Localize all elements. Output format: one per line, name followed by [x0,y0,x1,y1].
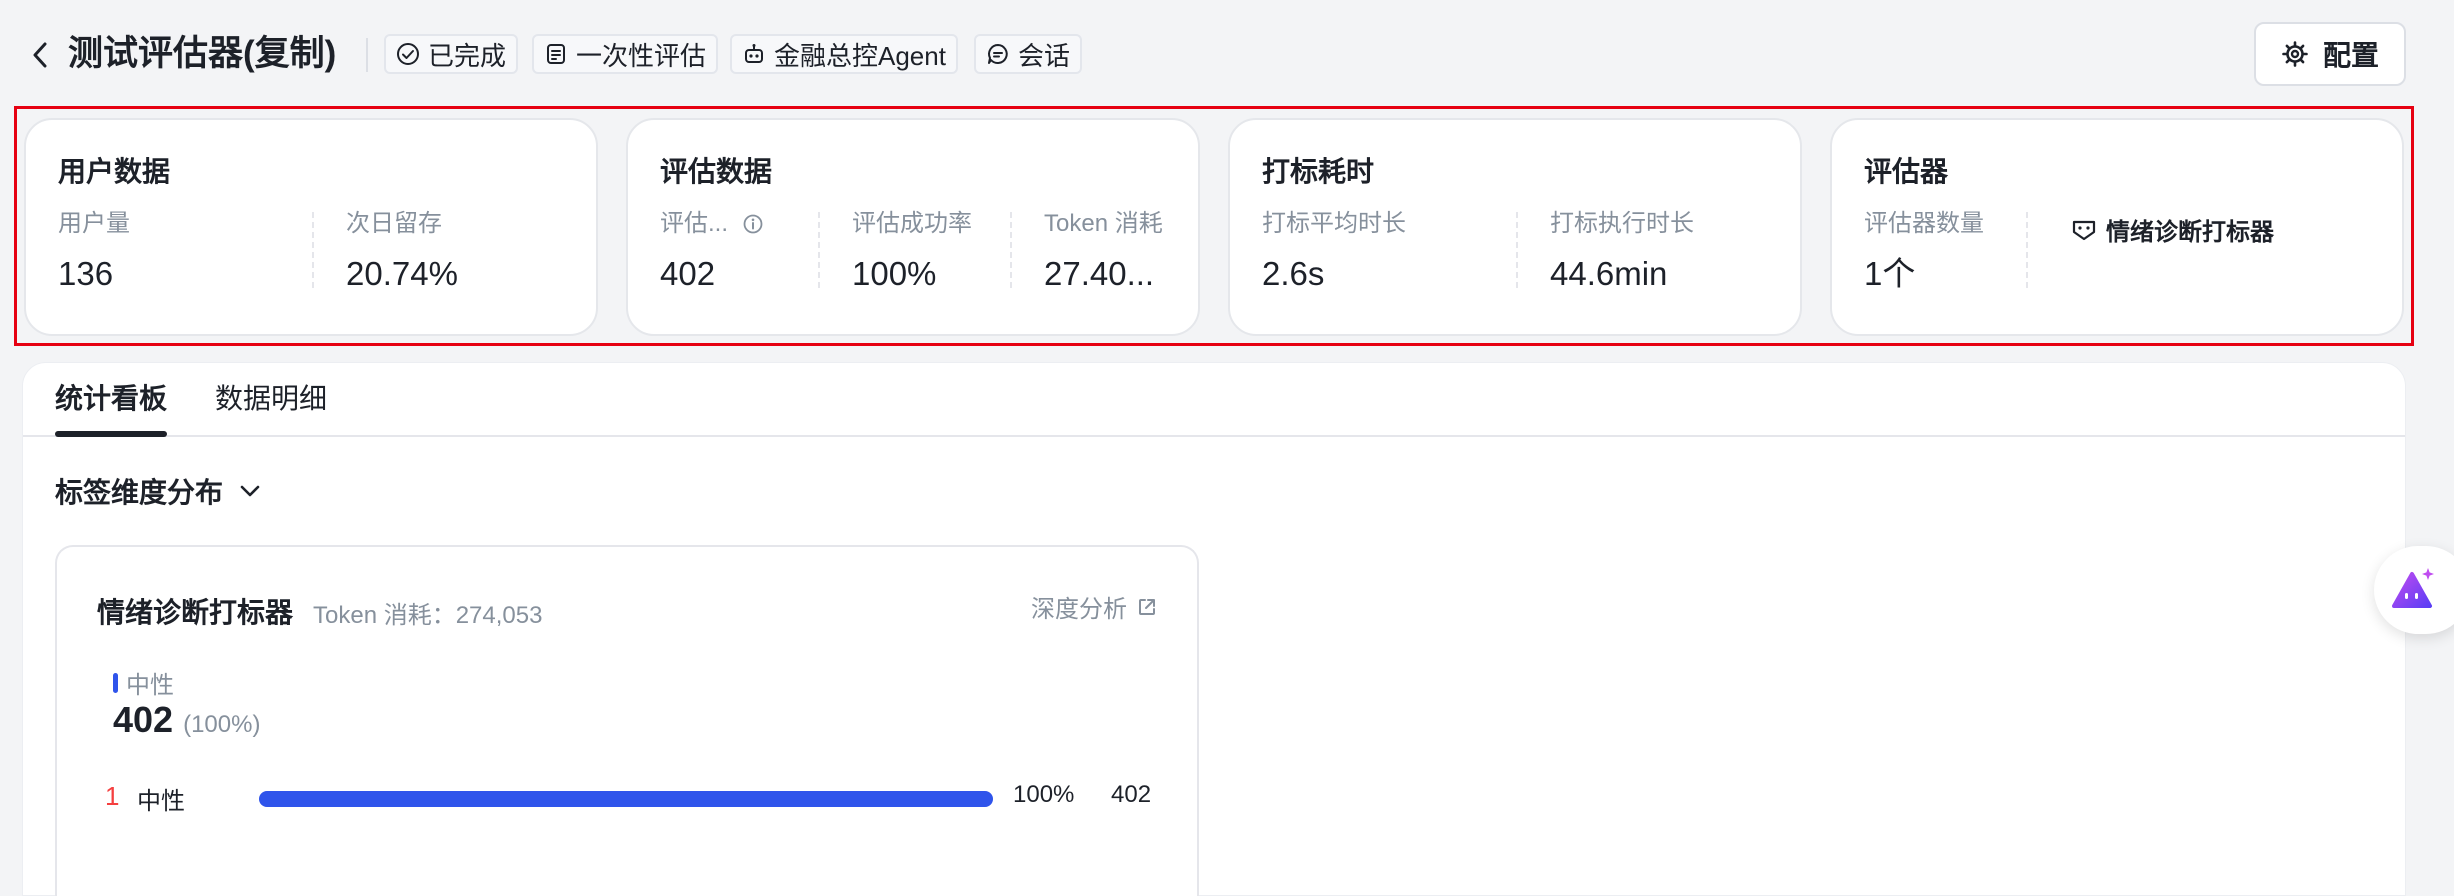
config-button-label: 配置 [2322,40,2379,71]
metric-label: 用户量 [58,210,130,237]
metric-value: 1个 [1864,255,1916,292]
metric-value: 402 [660,255,716,292]
page-header: 测试评估器(复制) 已完成 一次性评估 金融总控Agent 会话 配置 [0,0,2454,108]
bar-category-label: 中性 [137,788,185,815]
evaluator-chip[interactable]: 情绪诊断打标器 [2072,212,2274,247]
exec-label-time-metric: 打标执行时长 44.6min [1550,208,1694,296]
bar-rank: 1 [105,781,120,811]
check-circle-icon [396,42,420,66]
ai-assistant-button[interactable] [2374,546,2454,634]
evaluator-title: 评估器 [1864,156,1949,187]
metric-label: 评估器数量 [1864,210,1984,237]
user-data-card: 用户数据 用户量 136 次日留存 20.74% [24,118,598,336]
eval-count-metric: 评估... 402 [660,208,764,296]
info-icon[interactable] [742,213,764,235]
title-divider [366,38,368,72]
bar-track [259,791,993,807]
user-data-title: 用户数据 [58,156,171,187]
back-button[interactable] [26,40,54,70]
evaluator-chart-card: 情绪诊断打标器 Token 消耗：274,053 深度分析 中性 402 (10… [55,545,1199,896]
status-tag-label: 已完成 [428,40,507,71]
dimension-dropdown[interactable]: 标签维度分布 [55,471,261,511]
metric-divider [312,212,314,288]
legend-swatch [113,672,118,693]
main-panel: 统计看板 数据明细 标签维度分布 情绪诊断打标器 Token 消耗：274,05… [22,362,2406,896]
gear-icon [2281,40,2309,68]
metric-divider [818,212,820,288]
chart-total-percent: (100%) [183,711,261,738]
dimension-dropdown-label: 标签维度分布 [55,477,224,508]
metric-divider [1516,212,1518,288]
retention-metric: 次日留存 20.74% [346,208,458,296]
page-title: 测试评估器(复制) [68,34,337,73]
deep-analysis-link[interactable]: 深度分析 [1031,589,1157,624]
labeling-time-title: 打标耗时 [1262,156,1375,187]
metric-label-text: 评估... [660,210,729,237]
chart-title: 情绪诊断打标器 [97,597,294,628]
metric-value: 20.74% [346,255,458,292]
session-tag-label: 会话 [1018,40,1071,71]
tab-dashboard[interactable]: 统计看板 [55,377,167,421]
chevron-down-icon [239,484,261,498]
metric-value: 100% [852,255,937,292]
metric-label: 打标执行时长 [1550,210,1694,237]
list-doc-icon [544,42,568,66]
eval-mode-tag: 一次性评估 [532,34,719,74]
chat-bubble-icon [986,42,1010,66]
eval-success-metric: 评估成功率 100% [852,208,972,296]
ai-assistant-icon [2388,566,2436,614]
metric-label: 打标平均时长 [1262,210,1406,237]
metric-value: 44.6min [1550,255,1668,292]
metric-label: 评估成功率 [852,210,972,237]
metric-value: 136 [58,255,114,292]
chart-token-usage: Token 消耗：274,053 [313,602,543,629]
chevron-left-icon [32,42,48,68]
eval-mode-tag-label: 一次性评估 [576,40,707,71]
external-link-icon [1137,597,1157,617]
agent-tag-label: 金融总控Agent [774,40,946,71]
status-tag: 已完成 [384,34,519,74]
metric-divider [2026,212,2028,288]
user-count-metric: 用户量 136 [58,208,130,296]
bar-fill [259,791,993,807]
chart-total-count: 402 [113,699,174,740]
robot-icon [742,42,766,66]
evaluator-card: 评估器 评估器数量 1个 情绪诊断打标器 [1830,118,2404,336]
metric-label: Token 消耗 [1044,210,1163,237]
active-tab-indicator [55,431,167,437]
bar-percent-label: 100% [1013,781,1075,808]
metric-label: 评估... [660,208,764,240]
chart-total: 402 (100%) [113,699,260,741]
chart-legend-item: 中性 [113,665,174,700]
token-usage-metric: Token 消耗 27.40... [1044,208,1163,296]
chart-bar-row: 1 中性 100% 402 [105,777,1165,817]
evaluator-count-metric: 评估器数量 1个 [1864,208,1984,296]
metric-divider [1010,212,1012,288]
agent-tag: 金融总控Agent [730,34,958,74]
evaluation-data-title: 评估数据 [660,156,773,187]
avg-label-time-metric: 打标平均时长 2.6s [1262,208,1406,296]
evaluation-data-card: 评估数据 评估... 402 评估成功率 100% Token 消耗 27.40… [626,118,1200,336]
legend-label: 中性 [126,672,174,699]
config-button[interactable]: 配置 [2254,22,2406,86]
bar-value-label: 402 [1111,781,1152,808]
metric-value: 27.40... [1044,255,1155,292]
tab-bar: 统计看板 数据明细 [23,363,2405,437]
tag-label-icon [2072,219,2096,241]
labeling-time-card: 打标耗时 打标平均时长 2.6s 打标执行时长 44.6min [1228,118,1802,336]
tab-data-detail[interactable]: 数据明细 [215,377,327,421]
session-tag: 会话 [974,34,1083,74]
metric-value: 2.6s [1262,255,1325,292]
metric-label: 次日留存 [346,210,442,237]
deep-analysis-label: 深度分析 [1031,596,1127,623]
evaluator-chip-label: 情绪诊断打标器 [2106,219,2274,246]
